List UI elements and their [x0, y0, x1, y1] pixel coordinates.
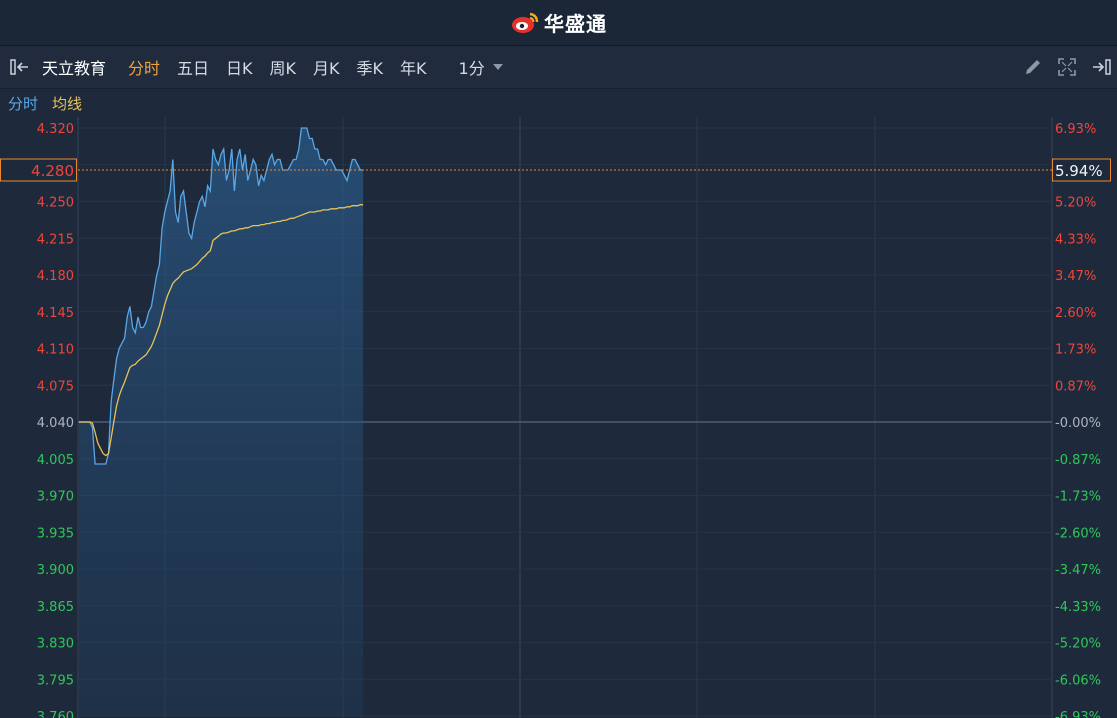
y-tick-label: 3.970	[37, 490, 74, 505]
chart-toolbar: 天立教育 分时 五日 日K 周K 月K 季K 年K 1分	[0, 46, 1117, 89]
pct-tick-label: 6.93%	[1055, 122, 1096, 137]
pct-tick-label: -4.33%	[1055, 600, 1101, 615]
y-tick-label: 4.145	[37, 306, 74, 321]
y-tick-label: 4.215	[37, 232, 74, 247]
tab-five-day[interactable]: 五日	[177, 55, 209, 79]
interval-select[interactable]: 1分	[459, 55, 503, 79]
pct-tick-label: -0.00%	[1055, 416, 1101, 431]
pct-tick-label: -1.73%	[1055, 490, 1101, 505]
collapse-left-icon[interactable]	[10, 58, 32, 76]
pct-tick-label: 0.87%	[1055, 379, 1096, 394]
title-bar: 华盛通	[0, 0, 1117, 46]
tab-monthly-k[interactable]: 月K	[313, 55, 340, 79]
legend-bar: 分时 均线	[0, 89, 1117, 117]
pct-tick-label: 3.47%	[1055, 269, 1096, 284]
tab-daily-k[interactable]: 日K	[226, 55, 253, 79]
y-tick-label: 3.900	[37, 563, 74, 578]
y-tick-label: 3.760	[37, 710, 74, 718]
weibo-eye-icon	[512, 12, 539, 33]
toolbar-actions	[1023, 46, 1117, 88]
pct-tick-label: -5.20%	[1055, 637, 1101, 652]
y-tick-label: 4.040	[37, 416, 74, 431]
tab-quarterly-k[interactable]: 季K	[357, 55, 384, 79]
pct-tick-label: -6.06%	[1055, 673, 1101, 688]
pct-tick-label: -6.93%	[1055, 710, 1101, 718]
intraday-chart: 4.3206.93%4.2856.06%4.2505.20%4.2154.33%…	[0, 117, 1117, 718]
legend-average-line: 均线	[52, 94, 83, 113]
tab-yearly-k[interactable]: 年K	[400, 55, 427, 79]
pct-tick-label: -2.60%	[1055, 526, 1101, 541]
tab-intraday[interactable]: 分时	[128, 55, 160, 79]
pct-tick-label: -3.47%	[1055, 563, 1101, 578]
pct-tick-label: 4.33%	[1055, 232, 1096, 247]
y-tick-label: 4.005	[37, 453, 74, 468]
chevron-down-icon	[492, 64, 503, 70]
expand-right-icon[interactable]	[1091, 58, 1113, 76]
y-tick-label: 4.110	[37, 343, 74, 358]
y-tick-label: 3.830	[37, 637, 74, 652]
fullscreen-icon[interactable]	[1057, 57, 1077, 77]
pct-tick-label: 1.73%	[1055, 343, 1096, 358]
brand: 华盛通	[510, 8, 607, 37]
current-price-label: 4.280	[31, 162, 74, 180]
y-tick-label: 4.180	[37, 269, 74, 284]
y-tick-label: 4.075	[37, 379, 74, 394]
pct-tick-label: 2.60%	[1055, 306, 1096, 321]
legend-price-line: 分时	[8, 94, 39, 113]
pct-tick-label: -0.87%	[1055, 453, 1101, 468]
y-tick-label: 3.935	[37, 526, 74, 541]
pencil-icon[interactable]	[1023, 57, 1043, 77]
y-tick-label: 4.320	[37, 122, 74, 137]
y-tick-label: 4.250	[37, 196, 74, 211]
y-tick-label: 3.795	[37, 673, 74, 688]
current-pct-label: 5.94%	[1055, 162, 1103, 180]
tab-weekly-k[interactable]: 周K	[270, 55, 297, 79]
brand-name: 华盛通	[544, 12, 607, 36]
y-tick-label: 3.865	[37, 600, 74, 615]
pct-tick-label: 5.20%	[1055, 196, 1096, 211]
stock-name: 天立教育	[42, 59, 107, 78]
interval-value: 1分	[458, 59, 485, 78]
